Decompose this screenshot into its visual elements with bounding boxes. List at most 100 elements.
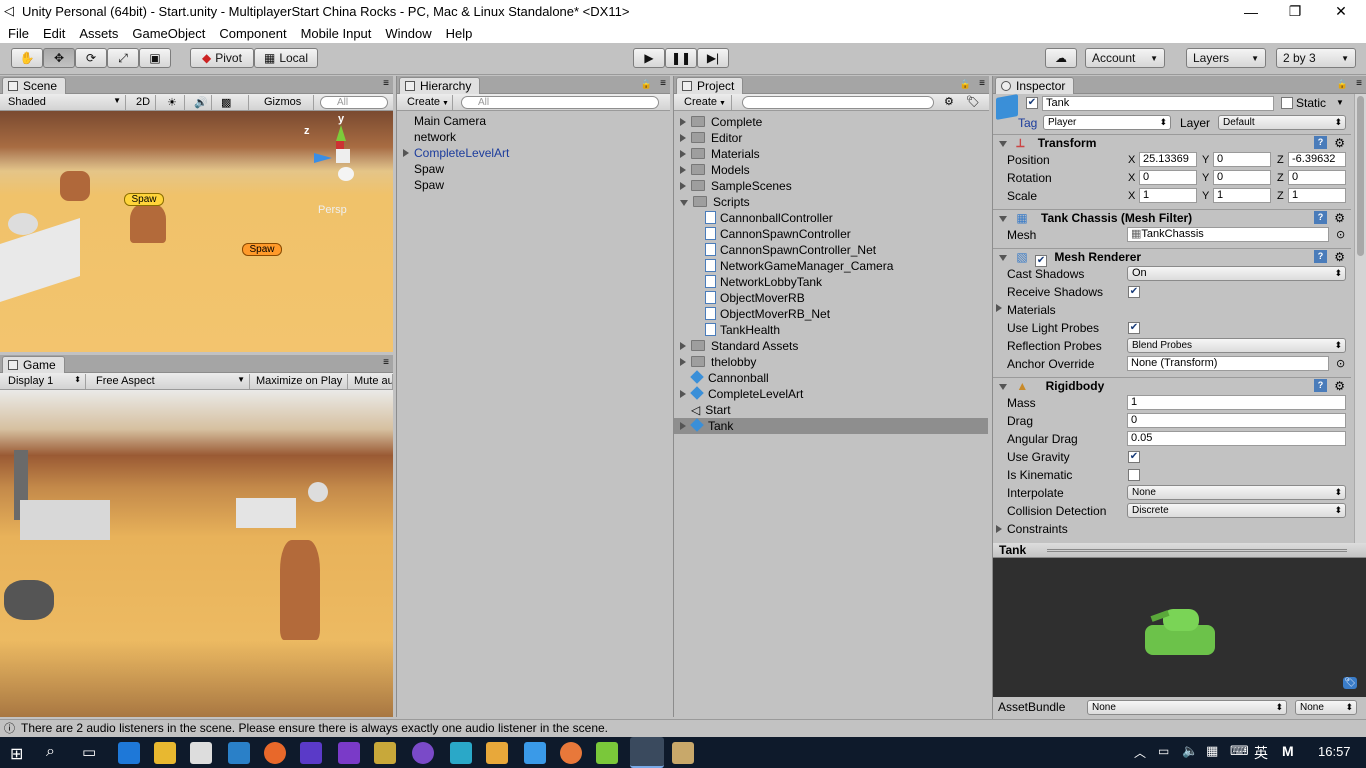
interpolate-dropdown[interactable]: None xyxy=(1127,485,1346,500)
reflection-probes-dropdown[interactable]: Blend Probes xyxy=(1127,338,1346,353)
scrollbar[interactable] xyxy=(1354,94,1366,543)
collapse-arrow-icon[interactable] xyxy=(999,384,1007,390)
play-button[interactable]: ▶ xyxy=(633,48,665,68)
hierarchy-search-input[interactable]: All xyxy=(461,96,659,109)
battery-icon[interactable]: ▭ xyxy=(1158,744,1169,758)
script-item[interactable]: ObjectMoverRB_Net xyxy=(705,306,830,322)
task-view-icon[interactable]: ▭ xyxy=(82,743,96,761)
active-checkbox[interactable]: ✔ xyxy=(1026,97,1038,109)
panel-menu-icon[interactable]: ≡ xyxy=(1356,78,1362,89)
android-icon[interactable] xyxy=(596,742,618,764)
rotation-z-field[interactable]: 0 xyxy=(1288,170,1346,185)
expand-arrow-icon[interactable] xyxy=(680,166,686,174)
prefab-item-selected[interactable]: Tank xyxy=(674,418,988,434)
tor-browser-icon[interactable] xyxy=(412,742,434,764)
folder-item[interactable]: SampleScenes xyxy=(680,178,792,194)
expand-arrow-icon[interactable] xyxy=(403,149,409,157)
tab-hierarchy[interactable]: Hierarchy xyxy=(399,77,481,94)
expand-arrow-icon[interactable] xyxy=(680,422,686,430)
expand-arrow-icon[interactable] xyxy=(996,525,1002,533)
mute-audio-toggle[interactable]: Mute au xyxy=(350,374,393,389)
object-picker-icon[interactable]: ⊙ xyxy=(1336,228,1345,241)
scale-z-field[interactable]: 1 xyxy=(1288,188,1346,203)
expand-arrow-icon[interactable] xyxy=(680,182,686,190)
tab-project[interactable]: Project xyxy=(676,77,744,94)
ime-mode-indicator[interactable]: M xyxy=(1282,743,1294,759)
panel-menu-icon[interactable]: ≡ xyxy=(383,357,389,368)
maximize-on-play-toggle[interactable]: Maximize on Play xyxy=(252,374,348,389)
collapse-arrow-icon[interactable] xyxy=(999,255,1007,261)
asset-label-icon[interactable]: 🏷 xyxy=(1343,677,1357,689)
script-item[interactable]: TankHealth xyxy=(705,322,780,338)
prefab-item[interactable]: CompleteLevelArt xyxy=(680,386,803,402)
photoshop-icon[interactable] xyxy=(228,742,250,764)
mesh-renderer-header[interactable]: ▧ ✔ Mesh Renderer ? ⚙ xyxy=(993,248,1351,267)
tab-game[interactable]: Game xyxy=(2,356,65,373)
scale-x-field[interactable]: 1 xyxy=(1139,188,1197,203)
scene-gizmo[interactable]: y z xyxy=(304,113,392,183)
panel-menu-icon[interactable]: ≡ xyxy=(660,78,666,89)
minimize-button[interactable]: — xyxy=(1228,0,1274,23)
expand-arrow-icon[interactable] xyxy=(680,390,686,398)
step-button[interactable]: ▶| xyxy=(697,48,729,68)
folder-item-scripts[interactable]: Scripts xyxy=(680,194,750,210)
rotation-x-field[interactable]: 0 xyxy=(1139,170,1197,185)
scale-y-field[interactable]: 1 xyxy=(1213,188,1271,203)
firefox-icon[interactable] xyxy=(264,742,286,764)
persp-label[interactable]: Persp xyxy=(318,204,347,216)
position-y-field[interactable]: 0 xyxy=(1213,152,1271,167)
settings-gear-icon[interactable]: ⚙ xyxy=(1334,135,1345,152)
pivot-toggle[interactable]: ◆ Pivot xyxy=(190,48,254,68)
store-icon[interactable] xyxy=(190,742,212,764)
search-icon[interactable]: ⌕ xyxy=(46,743,55,761)
folder-item[interactable]: Standard Assets xyxy=(680,338,798,354)
project-search-input[interactable] xyxy=(742,96,934,109)
folder-item[interactable]: Complete xyxy=(680,114,762,130)
settings-gear-icon[interactable]: ⚙ xyxy=(1334,210,1345,227)
network-icon[interactable]: ▦ xyxy=(1206,743,1218,759)
rotate-tool-icon[interactable]: ⟳ xyxy=(75,48,107,68)
preview-drag-handle[interactable] xyxy=(1047,549,1347,552)
menu-window[interactable]: Window xyxy=(377,26,437,41)
hierarchy-item[interactable]: network xyxy=(414,129,456,145)
object-name-field[interactable]: Tank xyxy=(1042,96,1274,111)
collapse-arrow-icon[interactable] xyxy=(999,216,1007,222)
mesh-field[interactable]: ▦TankChassis xyxy=(1127,227,1329,242)
display-dropdown[interactable]: Display 1 ⬍ xyxy=(4,374,86,389)
static-checkbox[interactable] xyxy=(1281,97,1293,109)
script-item[interactable]: NetworkLobbyTank xyxy=(705,274,822,290)
account-dropdown[interactable]: Account ▼ xyxy=(1085,48,1165,68)
scale-tool-icon[interactable]: ⤢ xyxy=(107,48,139,68)
visual-studio-icon[interactable] xyxy=(338,742,360,764)
expand-arrow-icon[interactable] xyxy=(680,118,686,126)
position-x-field[interactable]: 25.13369 xyxy=(1139,152,1197,167)
menu-gameobject[interactable]: GameObject xyxy=(124,26,211,41)
script-item[interactable]: NetworkGameManager_Camera xyxy=(705,258,893,274)
help-icon[interactable]: ? xyxy=(1314,211,1327,224)
tab-inspector[interactable]: Inspector xyxy=(995,77,1075,94)
app-box-icon[interactable] xyxy=(486,742,508,764)
hierarchy-item[interactable]: Spaw xyxy=(414,177,444,193)
cloud-button[interactable]: ☁ xyxy=(1045,48,1077,68)
hierarchy-item-prefab[interactable]: CompleteLevelArt xyxy=(403,145,509,161)
panel-menu-icon[interactable]: ≡ xyxy=(383,78,389,89)
game-viewport[interactable] xyxy=(0,390,393,717)
angular-drag-field[interactable]: 0.05 xyxy=(1127,431,1346,446)
folder-item[interactable]: Editor xyxy=(680,130,742,146)
scene-search-input[interactable]: All xyxy=(320,96,388,109)
maximize-button[interactable]: ❐ xyxy=(1272,0,1318,23)
file-explorer-icon[interactable] xyxy=(154,742,176,764)
local-toggle[interactable]: ▦ Local xyxy=(254,48,318,68)
rect-tool-icon[interactable]: ▣ xyxy=(139,48,171,68)
2d-toggle[interactable]: 2D xyxy=(132,95,156,110)
cast-shadows-dropdown[interactable]: On xyxy=(1127,266,1346,281)
menu-edit[interactable]: Edit xyxy=(35,26,71,41)
use-light-probes-checkbox[interactable]: ✔ xyxy=(1128,322,1140,334)
shading-dropdown[interactable]: Shaded ▼ xyxy=(4,95,126,110)
infinity-app-icon[interactable] xyxy=(300,742,322,764)
clock[interactable]: 16:57 xyxy=(1318,744,1351,759)
layers-dropdown[interactable]: Layers ▼ xyxy=(1186,48,1266,68)
materials-label[interactable]: Materials xyxy=(1007,303,1056,317)
expand-arrow-icon[interactable] xyxy=(680,342,686,350)
blender-icon[interactable] xyxy=(560,742,582,764)
